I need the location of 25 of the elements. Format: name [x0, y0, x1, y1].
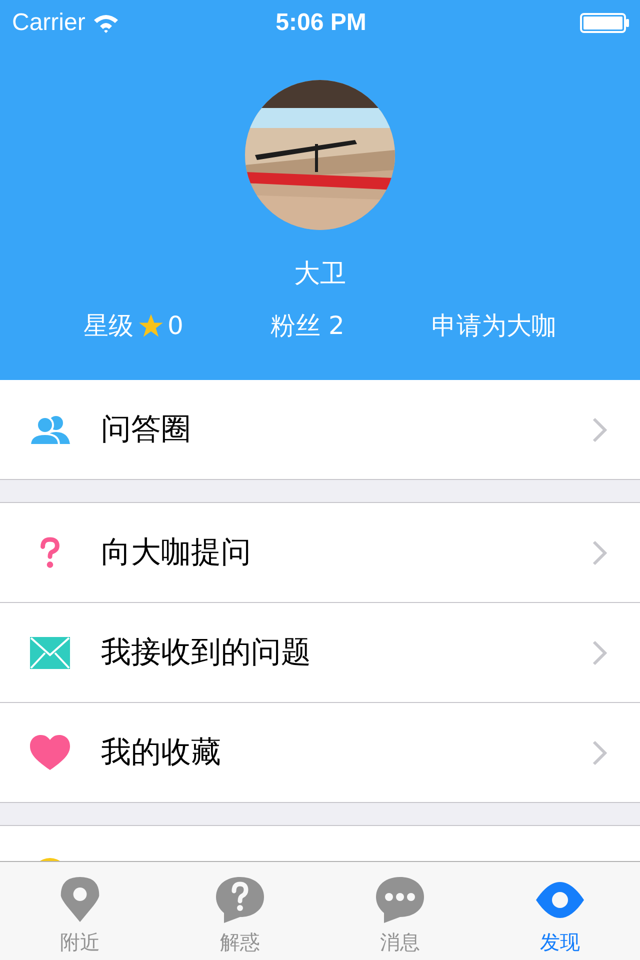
chevron-icon: [592, 640, 608, 666]
menu-item[interactable]: 向大咖提问: [101, 532, 592, 573]
chevron-icon: [592, 740, 608, 766]
menu-item[interactable]: 我接收到的问题: [101, 632, 592, 673]
heart-icon: [30, 734, 70, 770]
chevron-icon: [592, 540, 608, 566]
rating-value: 0: [168, 311, 184, 340]
menu-item[interactable]: 我的收藏: [101, 732, 592, 773]
battery-icon: [580, 13, 630, 33]
fans-count: 粉丝 2: [270, 310, 344, 342]
help-bubble-icon: [216, 877, 264, 923]
tab[interactable]: 消息: [320, 862, 480, 960]
apply-link[interactable]: 申请为大咖: [431, 309, 556, 342]
user-name: 大卫: [294, 258, 346, 291]
envelope-icon: [30, 634, 70, 670]
tab[interactable]: 附近: [0, 862, 160, 960]
star-icon: [138, 312, 164, 338]
chevron-icon: [592, 416, 608, 442]
clock-time: 5:06 PM: [276, 9, 366, 37]
rating-label: 星级: [84, 310, 134, 342]
wifi-icon: [93, 13, 120, 33]
tab[interactable]: 发现: [480, 862, 640, 960]
tab[interactable]: 解惑: [160, 862, 320, 960]
carrier-name: Carrier: [12, 9, 86, 37]
chat-bubble-icon: [376, 877, 424, 923]
